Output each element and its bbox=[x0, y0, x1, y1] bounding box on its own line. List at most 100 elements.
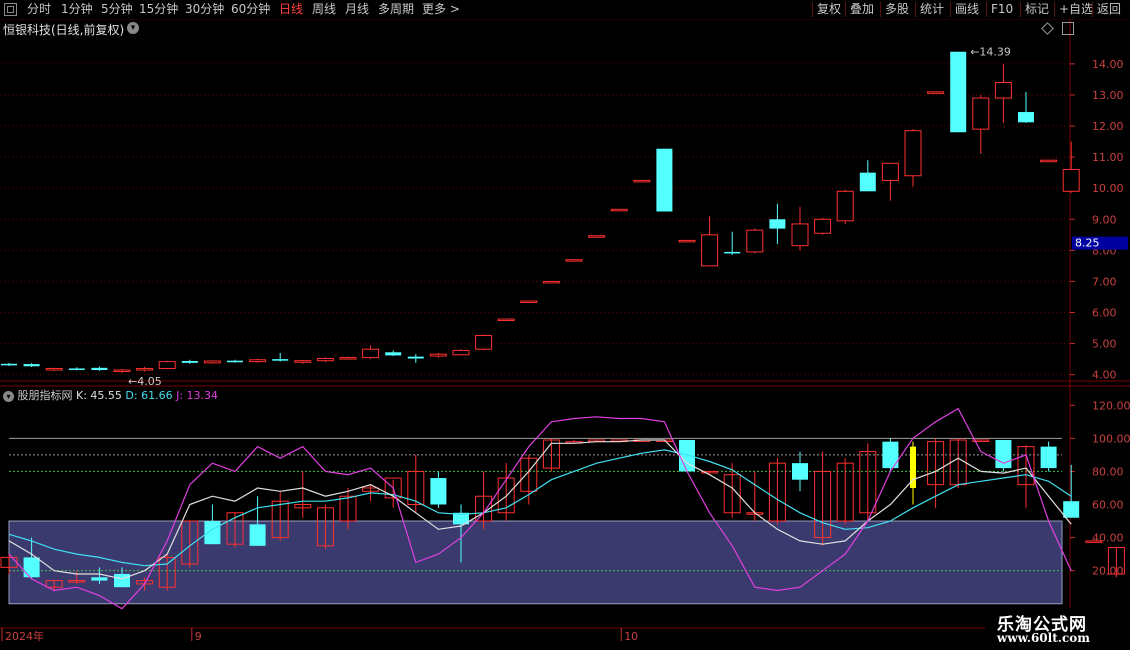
high-annotation: ←14.39 bbox=[970, 46, 1011, 59]
chevron-down-icon[interactable]: ▾ bbox=[3, 390, 14, 402]
period-tab-8[interactable]: 月线 bbox=[345, 2, 369, 17]
toolbar-button-4[interactable]: 画线 bbox=[950, 2, 979, 17]
price-tick-label: 14.00 bbox=[1092, 58, 1124, 71]
period-tab-7[interactable]: 周线 bbox=[312, 2, 336, 17]
j-value: J: 13.34 bbox=[176, 389, 219, 402]
candle-body bbox=[136, 367, 154, 371]
watermark-url: www.60lt.com bbox=[997, 631, 1090, 645]
price-tick-label: 10.00 bbox=[1092, 182, 1124, 195]
toolbar-button-7[interactable]: +自选 bbox=[1054, 2, 1093, 17]
price-tick-label: 4.00 bbox=[1092, 369, 1117, 382]
kdj-box bbox=[114, 573, 130, 588]
price-tick-label: 6.00 bbox=[1092, 307, 1117, 320]
kdj-tick-label: 20.00 bbox=[1092, 565, 1124, 578]
candle-body bbox=[836, 190, 854, 222]
panel-toggle-icon[interactable] bbox=[1062, 22, 1074, 35]
candle-body bbox=[203, 360, 221, 364]
kdj-box bbox=[1040, 446, 1057, 469]
stock-title: 恒银科技(日线,前复权) bbox=[3, 23, 125, 37]
candle-body bbox=[158, 361, 176, 369]
toolbar-button-5[interactable]: F10 bbox=[986, 2, 1013, 17]
candle-body bbox=[1018, 112, 1034, 123]
toolbar-button-3[interactable]: 统计 bbox=[915, 2, 944, 17]
time-label: 2024年 bbox=[5, 629, 44, 643]
toolbar-button-6[interactable]: 标记 bbox=[1020, 2, 1049, 17]
candle-body bbox=[68, 368, 85, 370]
candle-body bbox=[227, 360, 243, 363]
period-tab-0[interactable]: 分时 bbox=[27, 2, 51, 17]
period-toolbar: 分时 1分钟 5分钟 15分钟 30分钟 60分钟 日线 周线 月线 多周期 更多 > 复权 叠加 多股统… bbox=[0, 0, 1130, 20]
toolbar-button-1[interactable]: 叠加 bbox=[845, 2, 874, 17]
period-tab-5[interactable]: 60分钟 bbox=[231, 2, 270, 17]
candle-body bbox=[859, 172, 876, 192]
candle-body bbox=[633, 179, 651, 183]
kdj-box bbox=[995, 440, 1012, 469]
candle-body bbox=[542, 280, 560, 284]
candle-body bbox=[362, 348, 380, 359]
candle-body bbox=[497, 318, 515, 322]
current-price-label: 8.25 bbox=[1075, 237, 1100, 250]
candle-body bbox=[724, 251, 741, 254]
price-tick-label: 11.00 bbox=[1092, 151, 1124, 164]
price-tick-label: 13.00 bbox=[1092, 89, 1124, 102]
candle-body bbox=[746, 229, 764, 253]
candle-body bbox=[904, 130, 922, 177]
candle-body bbox=[972, 97, 990, 130]
kdj-box bbox=[91, 577, 108, 581]
candle-body bbox=[927, 91, 945, 94]
kdj-box bbox=[249, 524, 266, 546]
k-value: K: 45.55 bbox=[76, 389, 122, 402]
candle-body bbox=[23, 364, 40, 367]
price-tick-label: 7.00 bbox=[1092, 275, 1117, 288]
candle-body bbox=[678, 239, 696, 243]
kdj-box bbox=[1063, 501, 1080, 518]
candle-body bbox=[1062, 169, 1080, 192]
candle-body bbox=[565, 259, 583, 262]
time-label: 10 bbox=[624, 630, 638, 643]
kdj-tick-label: 100.00 bbox=[1092, 432, 1130, 445]
candle-body bbox=[113, 369, 131, 373]
kdj-tick-label: 60.00 bbox=[1092, 499, 1124, 512]
kdj-tick-label: 120.00 bbox=[1092, 399, 1130, 412]
menu-icon[interactable] bbox=[4, 3, 17, 16]
candle-body bbox=[610, 208, 628, 212]
toolbar-button-2[interactable]: 多股 bbox=[880, 2, 909, 17]
indicator-name: 股朋指标网 bbox=[17, 389, 73, 402]
period-tab-1[interactable]: 1分钟 bbox=[61, 2, 93, 17]
period-tab-2[interactable]: 5分钟 bbox=[101, 2, 133, 17]
candle-body bbox=[385, 352, 402, 356]
candle-body bbox=[520, 300, 538, 304]
candle-body bbox=[316, 358, 334, 362]
toolbar-button-0[interactable]: 复权 bbox=[812, 2, 841, 17]
d-value: D: 61.66 bbox=[125, 389, 173, 402]
kdj-box bbox=[204, 521, 221, 545]
kdj-tick-label: 80.00 bbox=[1092, 465, 1124, 478]
candle-body bbox=[791, 223, 809, 247]
chevron-down-icon[interactable]: ▾ bbox=[127, 22, 139, 34]
candle-body bbox=[45, 367, 63, 371]
period-tab-4[interactable]: 30分钟 bbox=[185, 2, 224, 17]
kdj-box bbox=[792, 463, 808, 480]
kdj-box bbox=[430, 478, 447, 505]
candle-body bbox=[1040, 159, 1058, 163]
candle-body bbox=[656, 148, 673, 212]
period-tab-9[interactable]: 多周期 bbox=[378, 2, 414, 17]
period-tab-6[interactable]: 日线 bbox=[279, 2, 303, 17]
price-tick-label: 12.00 bbox=[1092, 120, 1124, 133]
candle-body bbox=[881, 162, 899, 181]
candle-body bbox=[339, 357, 357, 360]
candle-body bbox=[588, 235, 606, 238]
candle-body bbox=[814, 218, 832, 234]
kdj-box bbox=[23, 557, 40, 578]
candle-body bbox=[272, 359, 289, 361]
time-label: 9 bbox=[195, 630, 202, 643]
candle-body bbox=[407, 356, 424, 359]
toolbar-button-8[interactable]: 返回 bbox=[1092, 2, 1121, 17]
candle-body bbox=[294, 360, 312, 363]
candle-body bbox=[475, 335, 493, 350]
candle-body bbox=[1, 363, 17, 366]
candle-body bbox=[452, 349, 470, 356]
candle-body bbox=[181, 361, 198, 363]
period-tab-3[interactable]: 15分钟 bbox=[139, 2, 178, 17]
period-tab-10[interactable]: 更多 > bbox=[422, 2, 460, 17]
